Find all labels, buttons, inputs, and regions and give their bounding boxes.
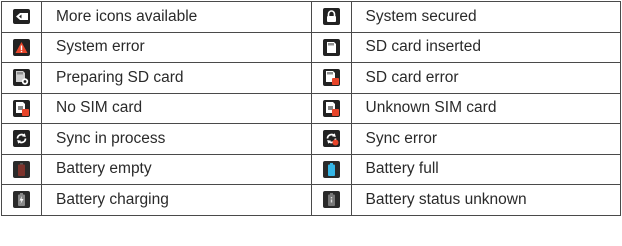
icon-description: More icons available [41,1,312,33]
icon-cell [310,153,352,185]
icon-cell [1,31,42,63]
icon-cell [310,62,352,94]
sync-icon [13,130,30,148]
icon-description: System error [41,31,312,63]
table-row: No SIM card Unknown SIM card [1,92,621,124]
battery-unknown-icon [322,191,340,209]
status-icons-table: More icons available System secured Syst… [1,1,621,216]
icon-cell [1,153,42,185]
icon-cell [310,1,352,33]
sd-card-preparing-icon [13,69,30,87]
icon-cell [310,92,352,124]
status-icons-table-wrapper: More icons available System secured Syst… [0,0,622,246]
battery-charging-icon [13,191,30,209]
lock-icon [322,8,340,26]
unknown-sim-icon [322,99,340,117]
icon-cell [310,31,352,63]
sync-error-icon [322,130,340,148]
icon-cell [1,1,42,33]
more-icons-icon [13,9,30,25]
icon-description: Unknown SIM card [350,92,621,124]
icon-description: Preparing SD card [41,62,312,94]
battery-full-icon [322,160,340,178]
sd-card-error-icon [322,69,340,87]
icon-description: No SIM card [41,92,312,124]
icon-description: Sync error [350,123,621,155]
table-row: System error SD card inserted [1,31,621,63]
table-row: Battery empty Battery full [1,153,621,185]
icon-cell [310,184,352,216]
table-row: More icons available System secured [1,1,621,33]
icon-description: System secured [350,1,621,33]
icon-description: Battery full [350,153,621,185]
icon-cell [1,62,42,94]
icon-description: SD card error [350,62,621,94]
icon-cell [1,184,42,216]
icon-description: Battery empty [41,153,312,185]
icon-cell [1,123,42,155]
table-row: Battery charging Battery status unknown [1,184,621,216]
icon-description: Sync in process [41,123,312,155]
icon-cell [1,92,42,124]
battery-empty-icon [13,160,30,178]
warning-icon [13,38,30,56]
sd-card-icon [322,38,340,56]
icon-description: SD card inserted [350,31,621,63]
icon-cell [310,123,352,155]
icon-description: Battery charging [41,184,312,216]
table-row: Sync in process Sync error [1,123,621,155]
no-sim-icon [13,99,30,117]
table-row: Preparing SD card SD card error [1,62,621,94]
icon-description: Battery status unknown [350,184,621,216]
